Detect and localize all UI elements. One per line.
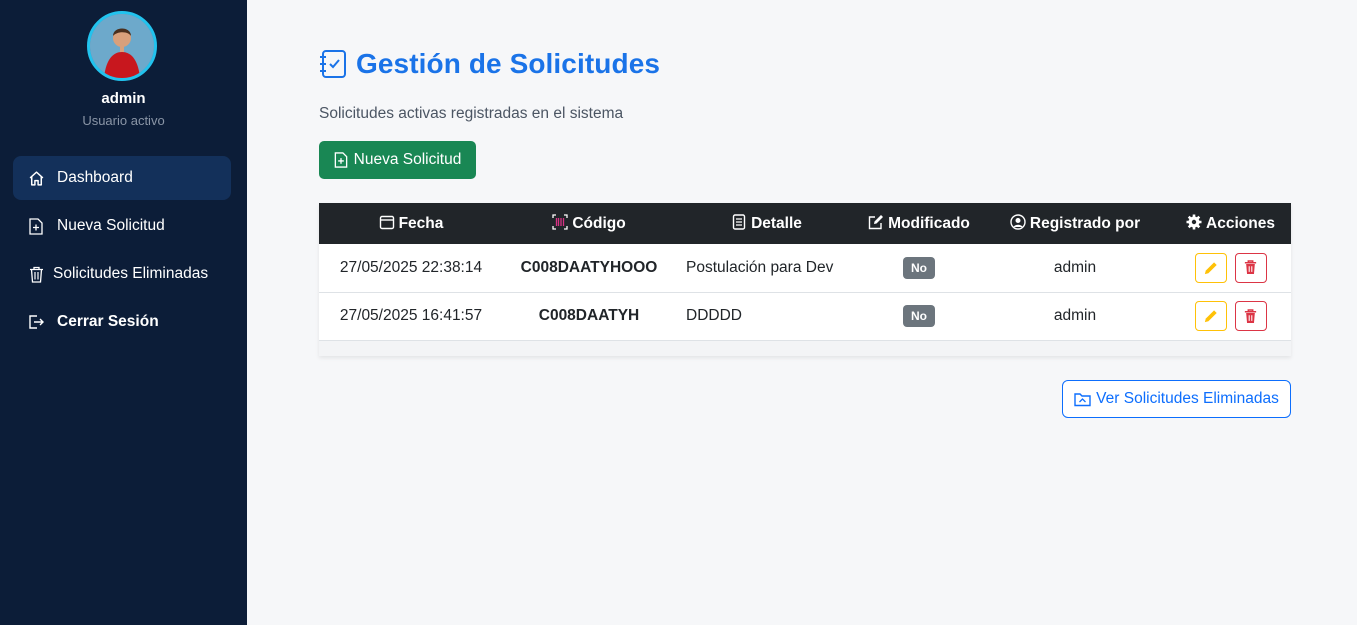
sidebar-item-solicitudes-eliminadas[interactable]: Solicitudes Eliminadas — [13, 252, 231, 296]
cell-codigo: C008DAATYHOOO — [520, 258, 658, 276]
table-row: 27/05/2025 22:38:14 C008DAATYHOOO Postul… — [319, 244, 1291, 292]
pencil-square-icon — [868, 214, 884, 230]
status-badge: No — [903, 256, 935, 279]
cell-registrado: admin — [1053, 307, 1097, 324]
sidebar: admin Usuario activo Dashboard Nueva Sol… — [0, 0, 247, 625]
folder-icon — [1074, 392, 1091, 407]
page-subtitle: Solicitudes activas registradas en el si… — [319, 105, 624, 122]
cell-acciones — [1170, 244, 1291, 292]
sidebar-item-dashboard[interactable]: Dashboard — [13, 156, 231, 200]
trash-icon — [1244, 260, 1257, 275]
journal-check-icon — [319, 49, 347, 79]
sidebar-item-label: Solicitudes Eliminadas — [53, 265, 209, 282]
cell-codigo: C008DAATYH — [538, 307, 640, 324]
delete-button[interactable] — [1234, 301, 1267, 331]
header-registrado-por[interactable]: Registrado por — [980, 203, 1170, 244]
requests-table: Fecha Código Detalle Modificado Registra… — [319, 203, 1291, 356]
sidebar-item-label: Cerrar Sesión — [57, 313, 159, 330]
trash-icon — [27, 265, 45, 283]
trash-icon — [1244, 308, 1257, 323]
cell-detalle: DDDDD — [686, 307, 742, 324]
header-codigo[interactable]: Código — [503, 203, 675, 244]
page-title-text: Gestión de Solicitudes — [356, 48, 661, 79]
edit-button[interactable] — [1194, 301, 1227, 331]
pencil-icon — [1204, 262, 1217, 274]
page-title: Gestión de Solicitudes — [319, 48, 660, 80]
cell-modificado: No — [858, 244, 980, 292]
sidebar-item-label: Dashboard — [57, 169, 133, 186]
header-acciones[interactable]: Acciones — [1170, 203, 1291, 244]
cell-fecha: 27/05/2025 16:41:57 — [339, 307, 483, 324]
table-row: 27/05/2025 16:41:57 C008DAATYH DDDDD No … — [319, 292, 1291, 340]
sidebar-item-nueva-solicitud[interactable]: Nueva Solicitud — [13, 204, 231, 248]
header-modificado[interactable]: Modificado — [858, 203, 980, 244]
edit-button[interactable] — [1194, 252, 1227, 283]
header-fecha[interactable]: Fecha — [319, 203, 503, 244]
user-status: Usuario activo — [82, 113, 165, 128]
logout-icon — [27, 313, 45, 331]
new-request-button[interactable]: Nueva Solicitud — [319, 141, 476, 179]
sidebar-nav: Dashboard Nueva Solicitud Solicitudes El… — [13, 156, 231, 348]
avatar — [87, 11, 157, 81]
header-detalle[interactable]: Detalle — [675, 203, 858, 244]
pencil-icon — [1204, 310, 1217, 323]
gear-icon — [1186, 214, 1202, 230]
user-circle-icon — [1010, 214, 1026, 230]
cell-registrado: admin — [1053, 258, 1097, 276]
user-name: admin — [101, 90, 146, 107]
new-request-label: Nueva Solicitud — [353, 151, 462, 168]
sidebar-item-label: Nueva Solicitud — [57, 217, 165, 234]
file-plus-icon — [334, 152, 348, 168]
status-badge: No — [903, 305, 935, 327]
view-deleted-button[interactable]: Ver Solicitudes Eliminadas — [1062, 380, 1291, 418]
document-icon — [731, 214, 747, 230]
file-plus-icon — [27, 217, 45, 235]
table-header-row: Fecha Código Detalle Modificado Registra… — [319, 203, 1291, 244]
cell-acciones — [1170, 292, 1291, 340]
sidebar-item-cerrar-sesion[interactable]: Cerrar Sesión — [13, 300, 231, 344]
cell-detalle: Postulación para Dev — [686, 258, 834, 276]
delete-button[interactable] — [1234, 252, 1267, 283]
home-icon — [27, 169, 45, 187]
cell-fecha: 27/05/2025 22:38:14 — [339, 258, 483, 276]
calendar-icon — [379, 214, 395, 230]
barcode-icon — [552, 214, 568, 230]
view-deleted-label: Ver Solicitudes Eliminadas — [1096, 390, 1279, 407]
cell-modificado: No — [858, 292, 980, 340]
